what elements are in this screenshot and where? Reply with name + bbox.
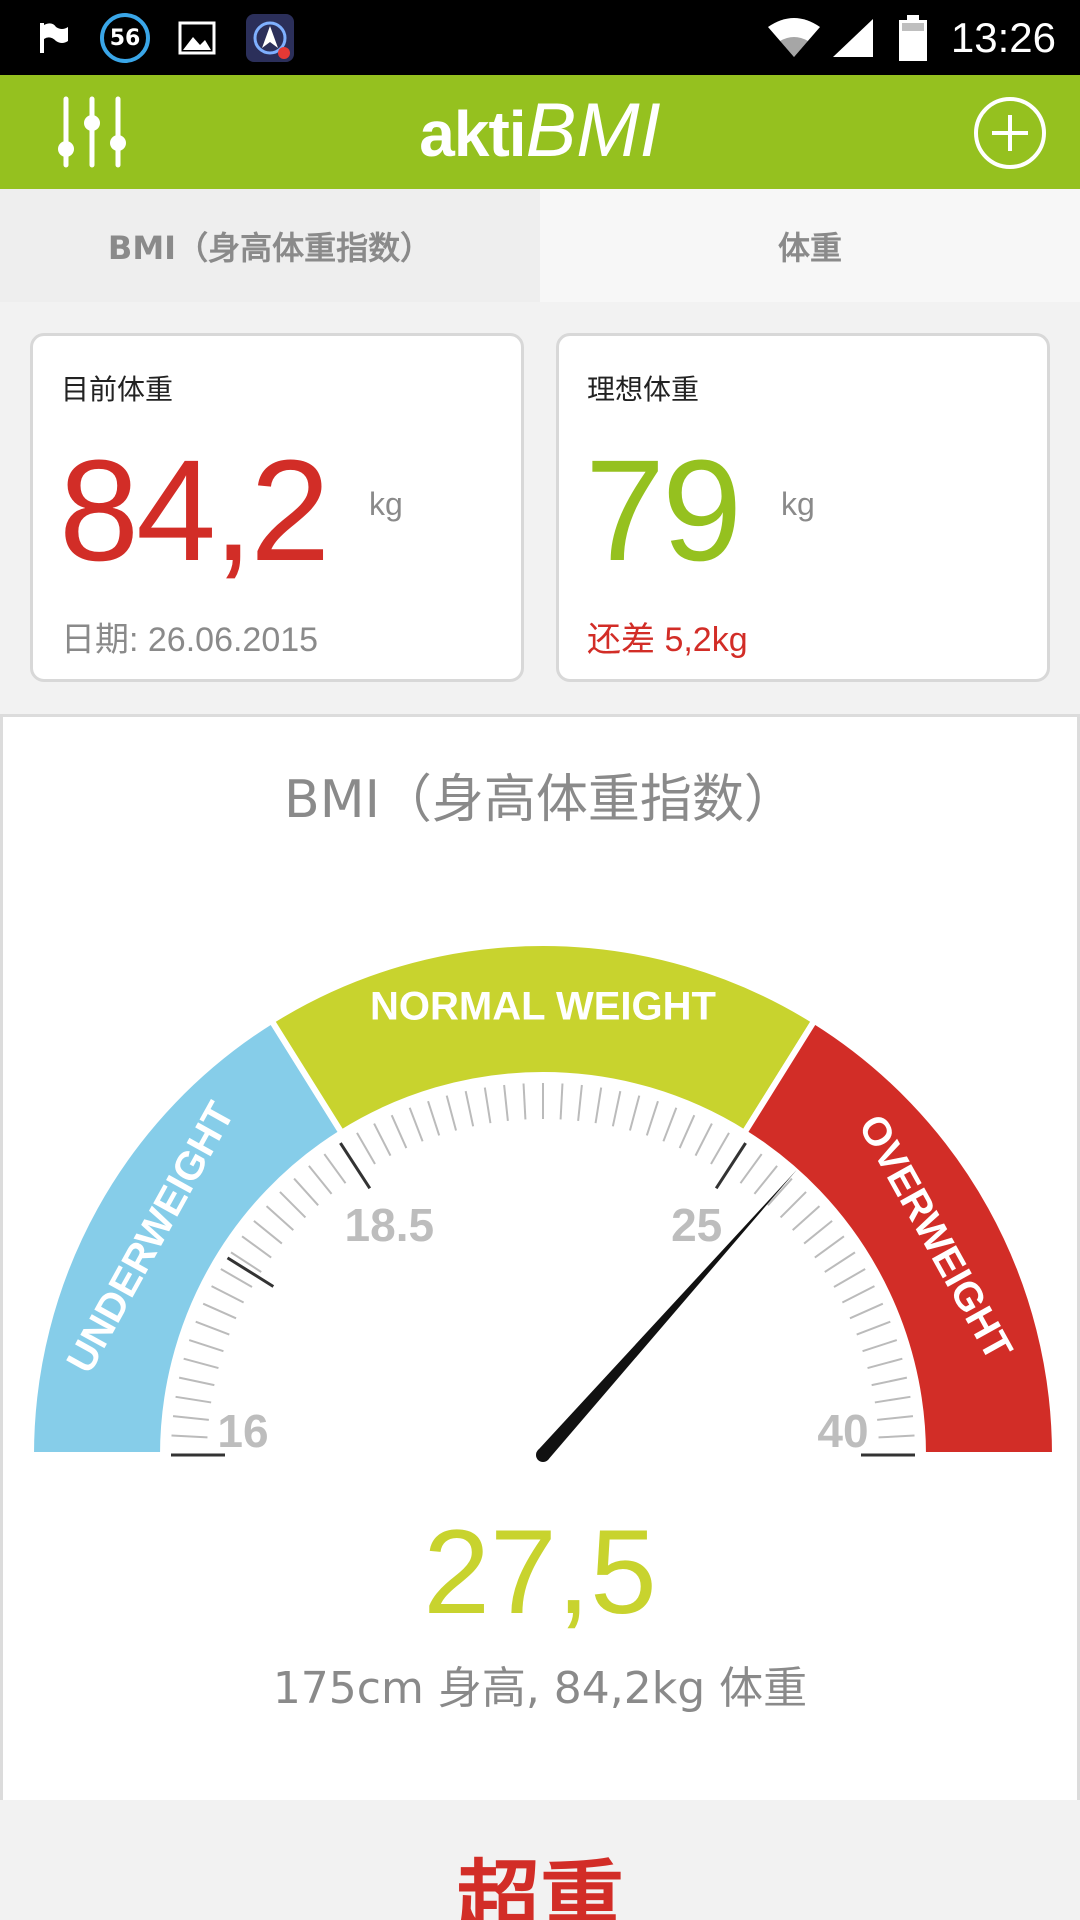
bmi-gauge: UNDERWEIGHTNORMAL WEIGHTOVERWEIGHT 1618.… [27,940,1059,1462]
gauge-tick [792,1205,821,1231]
tab-bmi[interactable]: BMI（身高体重指数） [0,189,540,302]
gauge-band-overweight [740,1016,1059,1458]
app-icon [246,14,294,62]
gauge-tick [767,1177,793,1206]
gauge-tick [874,1395,911,1404]
bmi-panel-title: BMI（身高体重指数） [284,770,796,830]
gauge-tick [183,1357,219,1370]
gauge-tick [323,1153,347,1184]
gauge-tick [753,1165,778,1195]
bmi-value: 27,5 [423,1505,657,1639]
gauge-tick [522,1083,527,1120]
gauge-tick [308,1165,333,1195]
gauge-tick [427,1100,441,1136]
gauge-tick [188,1339,224,1353]
gauge-tick [611,1090,622,1127]
gauge-tick [877,1415,914,1421]
gauge-tick [814,1235,845,1259]
gauge-tick-label: 18.5 [345,1199,435,1251]
ideal-weight-label: 理想体重 [587,373,700,406]
gauge-tick [265,1205,294,1231]
gauge-tick [824,1251,856,1273]
status-bar: 56 13:26 [0,0,1080,75]
current-weight-card[interactable]: 目前体重 84,2 kg 日期: 26.06.2015 [30,333,524,682]
gauge-tick [594,1087,603,1124]
gauge-tick [678,1114,696,1149]
gauge-tick [211,1285,245,1304]
logo-text-akti: akti [419,98,526,170]
gauge-tick-label: 40 [817,1405,868,1457]
gauge-tick [445,1095,458,1131]
app-logo: aktiBMI [0,87,1080,196]
gauge-tick [202,1302,237,1320]
gauge-tick [464,1090,475,1127]
gauge-tick [171,1434,208,1439]
signal-icon [830,12,876,64]
gauge-tick [645,1100,659,1136]
gauge-tick [356,1132,376,1165]
gauge-needle [537,1169,797,1460]
tab-bar: BMI（身高体重指数） 体重 [0,189,1080,302]
gauge-tick [878,1434,915,1439]
image-icon [176,12,218,64]
gauge-tick [178,1376,215,1387]
bmi-result-label: 超重 [455,1851,624,1920]
current-weight-label: 目前体重 [61,373,174,406]
ideal-weight-value: 79 [585,430,742,591]
app-bar: aktiBMI [0,75,1080,189]
gauge-tick-label: 16 [217,1405,268,1457]
gauge-needle-hub [536,1448,550,1462]
gauge-tick [253,1220,283,1245]
tab-weight[interactable]: 体重 [540,189,1080,302]
gauge-tick [862,1339,898,1353]
clock: 13:26 [950,14,1056,61]
ideal-weight-unit: kg [781,486,815,522]
ideal-weight-remaining: 还差 5,2kg [587,621,748,659]
notification-count-badge: 56 [100,13,150,63]
gauge-tick [279,1191,307,1219]
current-weight-value: 84,2 [59,430,330,591]
gauge-tick [577,1084,583,1121]
wifi-icon [764,12,824,64]
gauge-tick [483,1087,492,1124]
gauge-tick [779,1191,807,1219]
gauge-tick [710,1132,730,1165]
gauge-band-underweight [27,1016,346,1458]
gauge-band-label: NORMAL WEIGHT [370,985,716,1029]
gauge-tick [694,1123,713,1157]
gauge-tick [293,1177,319,1206]
gauge-tick [856,1320,891,1336]
gauge-tick [867,1357,903,1370]
gauge-tick [226,1256,275,1288]
flag-icon [36,12,72,64]
gauge-tick [241,1235,272,1259]
logo-text-bmi: BMI [525,88,661,173]
gauge-tick [175,1395,212,1404]
gauge-tick [195,1320,230,1336]
gauge-tick [662,1107,678,1142]
bmi-height-weight: 175cm 身高, 84,2kg 体重 [272,1663,808,1714]
current-weight-unit: kg [369,486,403,522]
gauge-tick [628,1095,641,1131]
ideal-weight-card[interactable]: 理想体重 79 kg 还差 5,2kg [556,333,1050,682]
gauge-tick [739,1153,763,1184]
current-weight-date: 日期: 26.06.2015 [61,621,319,659]
gauge-tick [833,1268,866,1288]
battery-icon [898,12,928,64]
gauge-tick [390,1114,408,1149]
gauge-tick [408,1107,424,1142]
gauge-tick [803,1220,833,1245]
gauge-tick [841,1285,875,1304]
gauge-tick [172,1415,209,1421]
gauge-tick [871,1376,908,1387]
gauge-tick [559,1083,564,1120]
gauge-tick [849,1302,884,1320]
gauge-tick [503,1084,509,1121]
gauge-tick [373,1123,392,1157]
bmi-panel: BMI（身高体重指数） UNDERWEIGHT NORMAL WEIGHT OVER… [0,714,1080,1800]
gauge-tick-label: 25 [671,1199,722,1251]
plus-circle-icon[interactable] [974,97,1046,169]
